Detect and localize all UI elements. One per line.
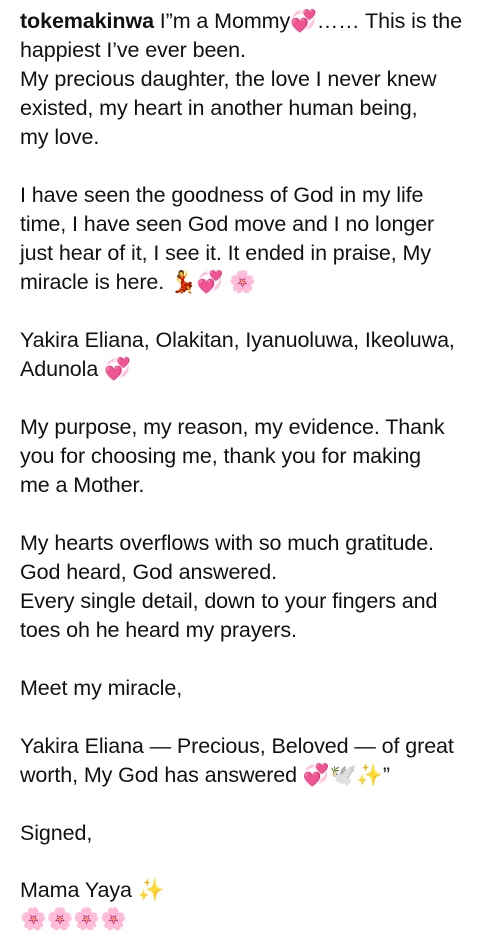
- caption-paragraph-4: My purpose, my reason, my evidence. Than…: [20, 413, 482, 500]
- caption-line: Signed,: [20, 821, 93, 845]
- caption-text: I”m a Mommy💞…… This is the: [153, 9, 462, 33]
- caption-line: I have seen the goodness of God in my li…: [20, 183, 424, 207]
- caption-line: me a Mother.: [20, 473, 145, 497]
- caption-line: toes oh he heard my prayers.: [20, 618, 297, 642]
- caption-line: God heard, God answered.: [20, 560, 277, 584]
- caption-line: My precious daughter, the love I never k…: [20, 67, 437, 91]
- username-link[interactable]: tokemakinwa: [20, 9, 154, 33]
- caption-line: my love.: [20, 125, 100, 149]
- caption-line: My hearts overflows with so much gratitu…: [20, 531, 434, 555]
- caption-line: Every single detail, down to your finger…: [20, 589, 438, 613]
- caption-line: just hear of it, I see it. It ended in p…: [20, 241, 431, 265]
- caption-paragraph-8: Signed,: [20, 819, 482, 848]
- caption-line: Meet my miracle,: [20, 676, 183, 700]
- caption-line: My purpose, my reason, my evidence. Than…: [20, 415, 445, 439]
- caption-line: you for choosing me, thank you for makin…: [20, 444, 422, 468]
- caption-line: miracle is here. 💃💞 🌸: [20, 270, 256, 294]
- post-caption: tokemakinwa I”m a Mommy💞…… This is the h…: [20, 7, 482, 934]
- caption-paragraph-5: My hearts overflows with so much gratitu…: [20, 529, 482, 645]
- caption-paragraph-3: Yakira Eliana, Olakitan, Iyanuoluwa, Ike…: [20, 326, 482, 384]
- caption-paragraph-9: Mama Yaya ✨ 🌸🌸🌸🌸: [20, 876, 482, 934]
- caption-line: Yakira Eliana, Olakitan, Iyanuoluwa, Ike…: [20, 328, 455, 352]
- caption-paragraph-7: Yakira Eliana — Precious, Beloved — of g…: [20, 732, 482, 790]
- caption-paragraph-6: Meet my miracle,: [20, 674, 482, 703]
- caption-line: time, I have seen God move and I no long…: [20, 212, 435, 236]
- caption-line: worth, My God has answered 💞🕊️✨”: [20, 763, 390, 787]
- caption-paragraph-1: tokemakinwa I”m a Mommy💞…… This is the h…: [20, 7, 482, 152]
- caption-line: Adunola 💞: [20, 357, 131, 381]
- caption-line: happiest I’ve ever been.: [20, 38, 246, 62]
- caption-paragraph-2: I have seen the goodness of God in my li…: [20, 181, 482, 297]
- caption-line: tokemakinwa I”m a Mommy💞…… This is the: [20, 7, 482, 36]
- caption-line: Yakira Eliana — Precious, Beloved — of g…: [20, 734, 454, 758]
- caption-line: 🌸🌸🌸🌸: [20, 907, 127, 931]
- caption-line: Mama Yaya ✨: [20, 878, 165, 902]
- caption-line: existed, my heart in another human being…: [20, 96, 418, 120]
